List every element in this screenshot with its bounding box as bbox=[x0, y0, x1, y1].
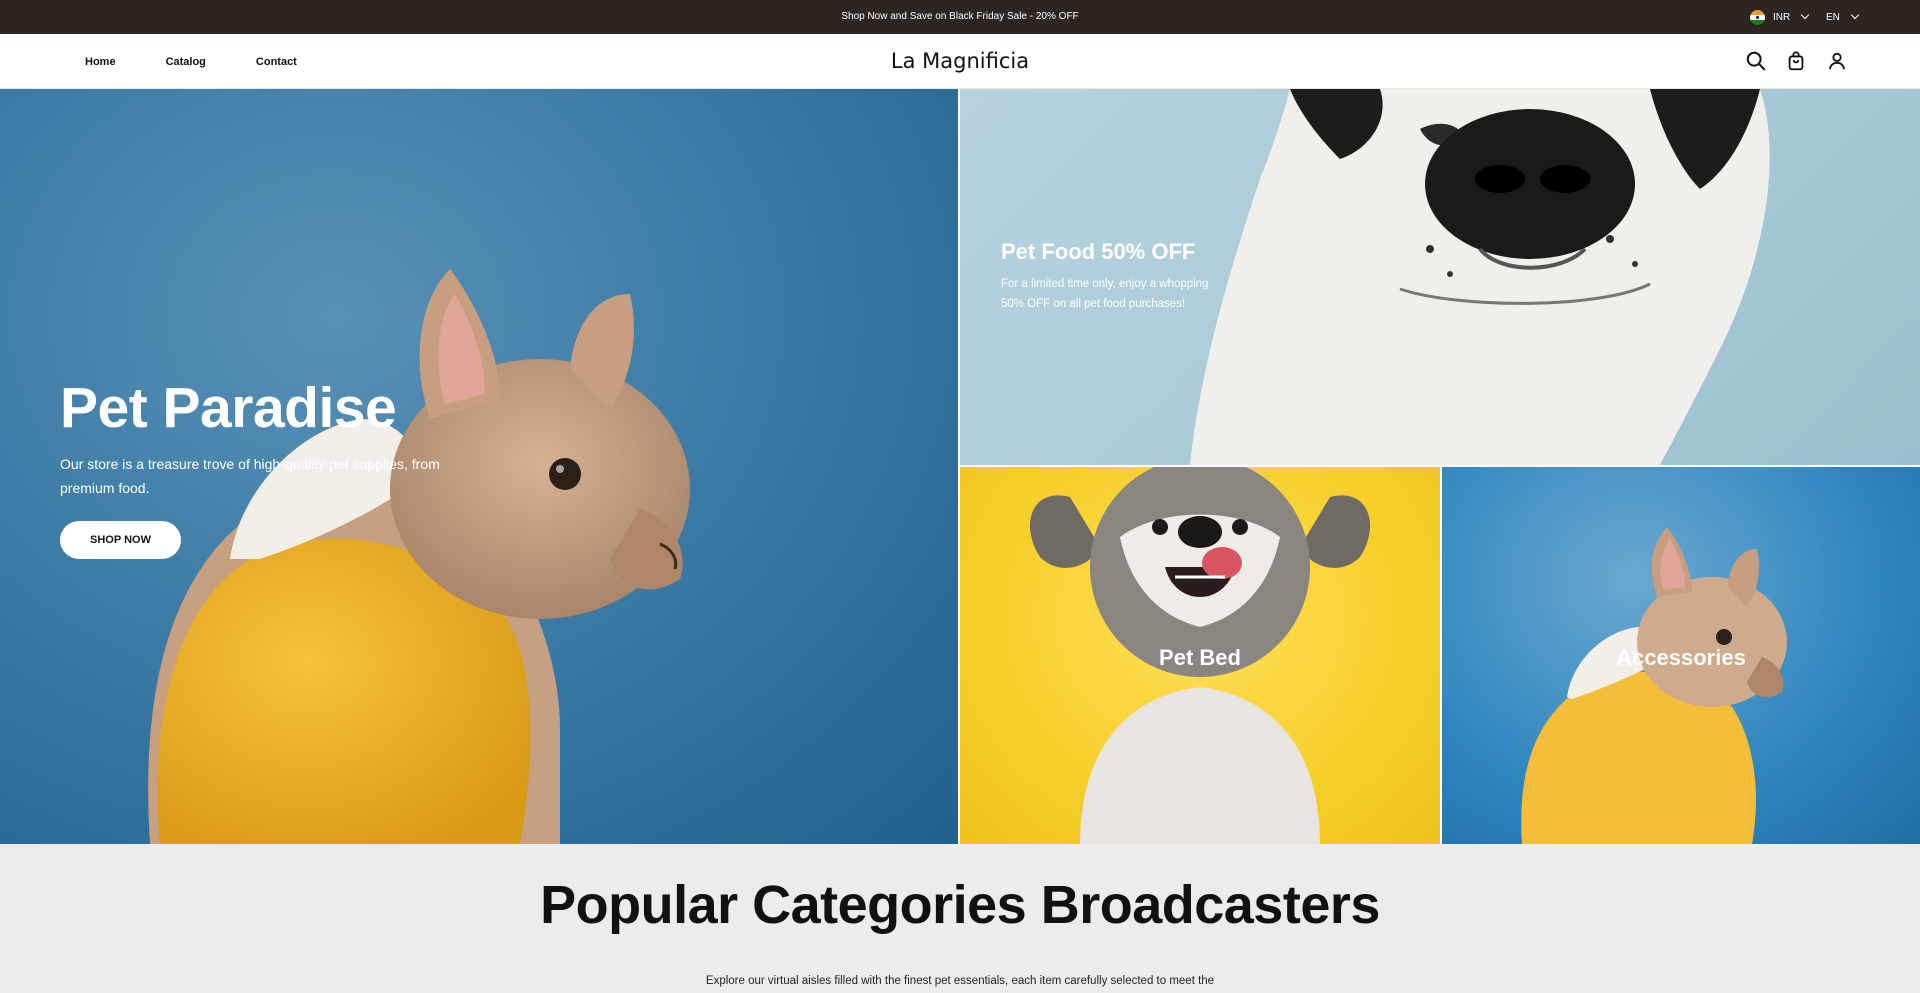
hero-grid: Pet Paradise Our store is a treasure tro… bbox=[0, 89, 1920, 844]
language-label: EN bbox=[1826, 11, 1840, 23]
search-icon[interactable] bbox=[1745, 50, 1767, 72]
language-selector[interactable]: EN bbox=[1826, 0, 1860, 34]
nav-catalog[interactable]: Catalog bbox=[166, 56, 206, 68]
nav-home[interactable]: Home bbox=[85, 56, 116, 68]
site-header: Home Catalog Contact La Magnificia bbox=[0, 34, 1920, 89]
accessories-tile[interactable]: Accessories bbox=[1442, 467, 1920, 844]
currency-selector[interactable]: INR bbox=[1750, 0, 1810, 34]
section-title: Popular Categories Broadcasters bbox=[540, 875, 1380, 935]
chevron-down-icon bbox=[1850, 10, 1860, 20]
hero-description: Our store is a treasure trove of high-qu… bbox=[60, 456, 440, 496]
pet-food-description: For a limited time only, enjoy a whoppin… bbox=[1001, 278, 1209, 310]
section-description: Explore our virtual aisles filled with t… bbox=[705, 975, 1215, 987]
account-icon[interactable] bbox=[1826, 50, 1848, 72]
announcement-bar: Shop Now and Save on Black Friday Sale -… bbox=[0, 0, 1920, 34]
hero-main-tile[interactable]: Pet Paradise Our store is a treasure tro… bbox=[0, 89, 958, 844]
accessories-label: Accessories bbox=[1616, 645, 1746, 670]
pet-food-tile[interactable]: Pet Food 50% OFF For a limited time only… bbox=[960, 89, 1920, 465]
pet-food-title: Pet Food 50% OFF bbox=[1001, 239, 1196, 264]
bag-icon[interactable] bbox=[1785, 50, 1807, 72]
pet-bed-tile[interactable]: Pet Bed bbox=[960, 467, 1440, 844]
nav-contact[interactable]: Contact bbox=[256, 56, 297, 68]
currency-label: INR bbox=[1773, 11, 1791, 23]
chevron-down-icon bbox=[1800, 10, 1810, 20]
india-flag-icon bbox=[1750, 9, 1765, 25]
popular-categories-section: Popular Categories Broadcasters Explore … bbox=[0, 844, 1920, 993]
shop-now-button[interactable]: SHOP NOW bbox=[60, 521, 181, 559]
announcement-text: Shop Now and Save on Black Friday Sale -… bbox=[841, 11, 1079, 22]
main-nav: Home Catalog Contact bbox=[85, 34, 347, 89]
site-logo[interactable]: La Magnificia bbox=[760, 34, 1160, 89]
pet-bed-label: Pet Bed bbox=[1159, 645, 1241, 670]
hero-title: Pet Paradise bbox=[60, 376, 397, 440]
